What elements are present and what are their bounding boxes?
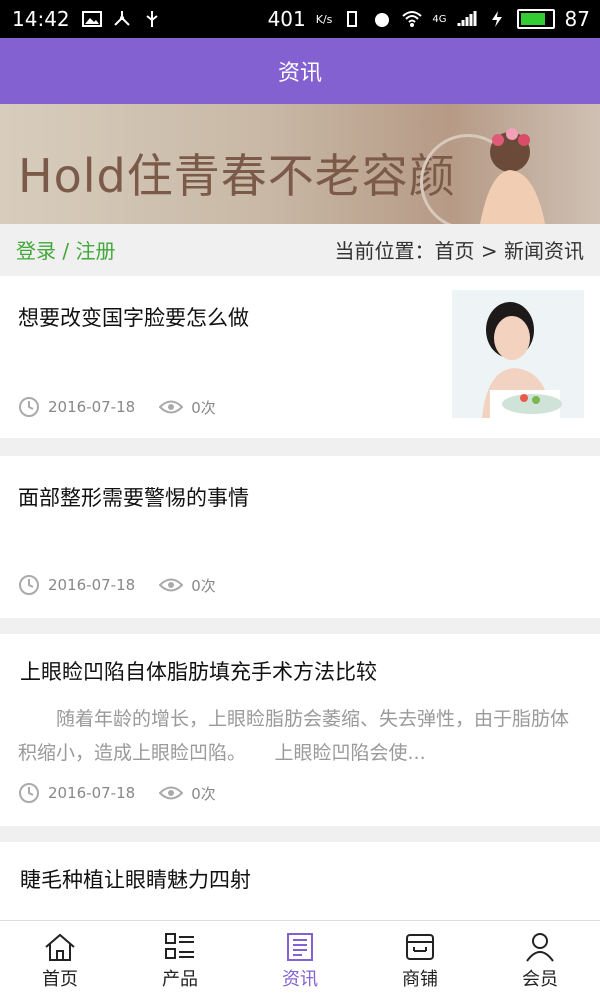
banner-text: Hold住青春不老容颜 (18, 149, 456, 203)
share-icon (113, 11, 130, 26)
article-item[interactable]: 睫毛种植让眼睛魅力四射 (0, 842, 600, 920)
article-title: 面部整形需要警惕的事情 (18, 486, 249, 510)
tab-label: 首页 (42, 969, 78, 990)
article-item[interactable]: 面部整形需要警惕的事情 2016-07-18 0次 (0, 456, 600, 618)
article-date: 2016-07-18 (48, 784, 136, 802)
tab-label: 产品 (162, 969, 198, 990)
article-title: 想要改变国字脸要怎么做 (18, 306, 249, 330)
clock-icon (19, 783, 39, 803)
usb-icon (146, 11, 158, 27)
net-unit: K/s (315, 12, 333, 26)
eye-icon (159, 786, 184, 800)
article-thumbnail (452, 290, 584, 418)
shop-icon (406, 934, 434, 960)
breadcrumb-bar: 登录 / 注册 当前位置：首页 > 新闻资讯 (0, 224, 600, 274)
article-title: 上眼睑凹陷自体脂肪填充手术方法比较 (20, 660, 377, 684)
home-icon (45, 933, 75, 961)
eye-icon (159, 578, 184, 592)
clock-icon (19, 575, 39, 595)
news-icon (287, 933, 313, 961)
woman-eating-salad-image (452, 290, 584, 418)
banner-image[interactable]: Hold住青春不老容颜 (0, 104, 600, 224)
tab-label: 资讯 (282, 969, 318, 990)
article-item[interactable]: 上眼睑凹陷自体脂肪填充手术方法比较 随着年龄的增长，上眼睑脂肪会萎缩、失去弹性，… (0, 634, 600, 826)
article-title: 睫毛种植让眼睛魅力四射 (20, 868, 251, 892)
article-item[interactable]: 想要改变国字脸要怎么做 2016-07-18 0次 (0, 276, 600, 438)
vibrate-icon (347, 11, 358, 27)
bottom-tab-bar: 首页 产品 资讯 商铺 会员 (0, 920, 600, 1001)
signal-label: 4G (432, 13, 447, 25)
tab-label: 商铺 (402, 969, 438, 990)
signal-icon (457, 11, 477, 26)
article-views: 0次 (191, 784, 216, 803)
list-icon (165, 933, 194, 959)
tab-products[interactable]: 产品 (120, 921, 240, 1001)
woman-portrait-image (480, 128, 545, 224)
tab-member[interactable]: 会员 (480, 921, 600, 1001)
net-speed: 401 (267, 7, 306, 31)
breadcrumb: 当前位置：首页 > 新闻资讯 (334, 238, 584, 263)
article-date: 2016-07-18 (48, 398, 136, 416)
tab-home[interactable]: 首页 (0, 921, 120, 1001)
article-views: 0次 (191, 398, 216, 417)
alarm-icon (375, 13, 390, 27)
charging-icon (491, 11, 502, 27)
article-views: 0次 (191, 576, 216, 595)
wifi-icon (402, 11, 423, 27)
status-time: 14:42 (12, 7, 70, 31)
app-bar: 资讯 (0, 38, 600, 104)
gallery-icon (81, 11, 102, 27)
tab-shop[interactable]: 商铺 (360, 921, 480, 1001)
article-excerpt: 随着年龄的增长，上眼睑脂肪会萎缩、失去弹性，由于脂肪体积缩小，造成上眼睑凹陷。 … (18, 708, 570, 764)
battery-level: 87 (564, 7, 590, 31)
battery-icon (516, 9, 555, 29)
login-register-link[interactable]: 登录 / 注册 (16, 235, 115, 264)
tab-label: 会员 (522, 969, 558, 990)
status-bar: 14:42 401 K/s 4G 87 (0, 0, 600, 38)
page-title: 资讯 (277, 61, 322, 86)
tab-news[interactable]: 资讯 (240, 921, 360, 1001)
article-date: 2016-07-18 (48, 576, 136, 594)
clock-icon (19, 397, 39, 417)
eye-icon (159, 400, 184, 414)
user-icon (526, 933, 554, 962)
